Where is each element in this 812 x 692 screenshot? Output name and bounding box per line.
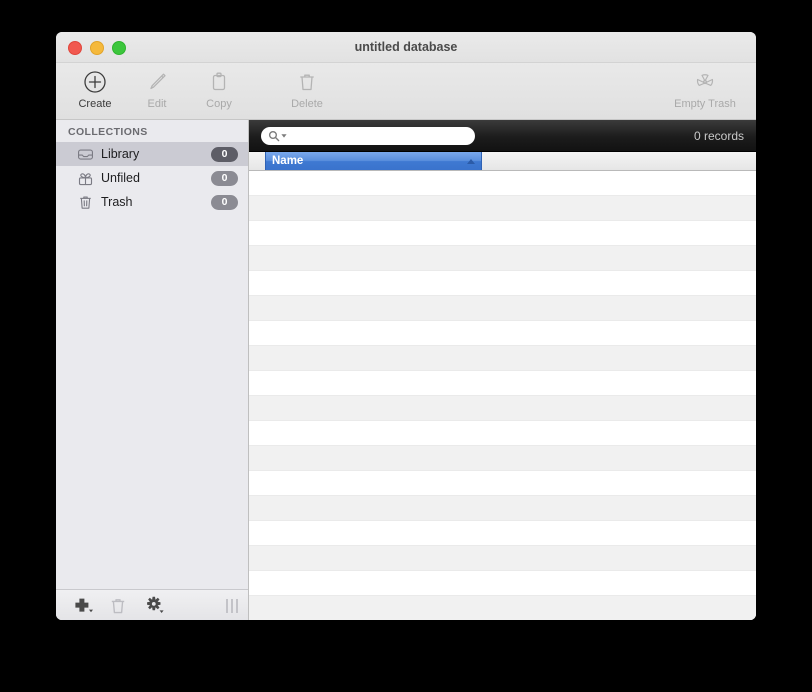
radiation-icon — [662, 69, 748, 95]
table-row[interactable] — [249, 196, 756, 221]
empty-trash-button[interactable]: Empty Trash — [662, 63, 748, 110]
table-row[interactable] — [249, 471, 756, 496]
sort-ascending-icon — [467, 158, 475, 164]
sidebar-item-label: Library — [101, 147, 140, 161]
title-bar: untitled database — [56, 32, 756, 63]
create-button[interactable]: Create — [64, 63, 126, 110]
table-row[interactable] — [249, 421, 756, 446]
toolbar-right-group: Empty Trash — [662, 63, 748, 110]
action-menu-button[interactable] — [136, 593, 172, 619]
add-collection-icon — [75, 598, 93, 612]
edit-label: Edit — [147, 98, 167, 110]
table-row[interactable] — [249, 446, 756, 471]
toolbar-left-group: Create Edit Copy Delete — [64, 63, 338, 110]
grip-line — [231, 599, 233, 613]
sidebar-item-label: Trash — [101, 195, 133, 209]
table-row[interactable] — [249, 571, 756, 596]
search-icon — [268, 130, 280, 141]
column-header-row: Name — [249, 152, 756, 171]
app-window: untitled database Create Edit Copy Delet… — [56, 32, 756, 620]
edit-button[interactable]: Edit — [126, 63, 188, 110]
grip-line — [236, 599, 238, 613]
sidebar-item-count: 0 — [211, 194, 238, 210]
table-row[interactable] — [249, 346, 756, 371]
inbox-tray-icon — [76, 146, 94, 162]
sidebar-item-trash[interactable]: Trash 0 — [56, 190, 248, 214]
table-row[interactable] — [249, 521, 756, 546]
table-row[interactable] — [249, 221, 756, 246]
sidebar-item-count: 0 — [211, 146, 238, 162]
collections-header: COLLECTIONS — [68, 126, 148, 138]
trash-icon — [276, 69, 338, 95]
open-box-icon — [76, 170, 94, 186]
add-collection-button[interactable] — [64, 593, 100, 619]
search-dropdown-icon — [281, 133, 287, 138]
copy-button[interactable]: Copy — [188, 63, 250, 110]
search-input[interactable] — [290, 128, 454, 143]
action-gear-icon — [147, 596, 164, 613]
copy-label: Copy — [206, 98, 232, 110]
window-title: untitled database — [354, 40, 458, 54]
toolbar: Create Edit Copy Delete Empty Trash — [56, 63, 756, 120]
delete-button[interactable]: Delete — [276, 63, 338, 110]
records-count: 0 records — [693, 128, 744, 143]
sidebar-item-count: 0 — [211, 170, 238, 186]
column-header-name[interactable]: Name — [265, 152, 482, 170]
sidebar-footer — [56, 589, 248, 620]
table-row[interactable] — [249, 596, 756, 620]
clipboard-icon — [188, 69, 250, 95]
table-row[interactable] — [249, 171, 756, 196]
table-row[interactable] — [249, 546, 756, 571]
sidebar: COLLECTIONS Library 0 Unfiled 0 Trash 0 — [56, 120, 249, 620]
pencil-icon — [126, 69, 188, 95]
content-area: 0 records Name — [249, 120, 756, 620]
sidebar-item-label: Unfiled — [101, 171, 140, 185]
empty-trash-label: Empty Trash — [674, 98, 736, 110]
grip-line — [226, 599, 228, 613]
window-body: COLLECTIONS Library 0 Unfiled 0 Trash 0 … — [56, 120, 756, 620]
records-table[interactable] — [249, 171, 756, 620]
table-row[interactable] — [249, 371, 756, 396]
trash-can-icon — [76, 194, 94, 210]
table-row[interactable] — [249, 271, 756, 296]
table-row[interactable] — [249, 496, 756, 521]
delete-collection-icon — [111, 598, 125, 613]
table-row[interactable] — [249, 321, 756, 346]
search-bar: 0 records — [249, 120, 756, 152]
column-header-label: Name — [272, 155, 304, 167]
plus-circle-icon — [64, 69, 126, 95]
delete-collection-button[interactable] — [100, 593, 136, 619]
table-row[interactable] — [249, 296, 756, 321]
table-row[interactable] — [249, 396, 756, 421]
sidebar-item-library[interactable]: Library 0 — [56, 142, 248, 166]
resize-grip[interactable] — [226, 599, 238, 613]
delete-label: Delete — [291, 98, 323, 110]
search-field[interactable] — [261, 126, 475, 145]
create-label: Create — [78, 98, 112, 110]
sidebar-item-unfiled[interactable]: Unfiled 0 — [56, 166, 248, 190]
collection-list: Library 0 Unfiled 0 Trash 0 — [56, 142, 248, 589]
table-row[interactable] — [249, 246, 756, 271]
